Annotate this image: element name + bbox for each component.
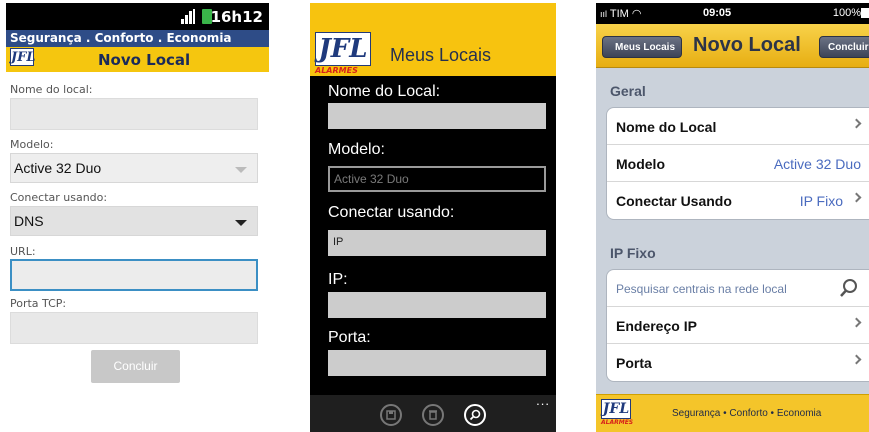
chevron-right-icon — [851, 118, 862, 129]
app-bar: ... — [310, 393, 556, 432]
chevron-right-icon — [851, 317, 862, 328]
battery-icon — [861, 8, 869, 18]
wp-header: JFL ALARMES Meus Locais — [310, 3, 556, 76]
modelo-value: Active 32 Duo — [773, 156, 861, 172]
jfl-logo: JFL ALARMES — [315, 32, 371, 75]
conectar-select[interactable]: DNS — [10, 206, 258, 236]
jfl-logo: JFL ALARMES — [601, 399, 634, 426]
save-icon[interactable] — [380, 404, 402, 426]
chevron-down-icon — [235, 220, 247, 226]
row-modelo[interactable]: Modelo Active 32 Duo — [607, 145, 869, 182]
wifi-icon: ◠ — [631, 8, 642, 20]
chevron-down-icon — [235, 167, 247, 173]
chevron-right-icon — [851, 354, 862, 365]
nome-input[interactable] — [10, 98, 258, 130]
windows-phone-screen: JFL ALARMES Meus Locais Nome do Local: M… — [310, 3, 556, 432]
conectar-value: IP Fixo — [799, 193, 843, 209]
jfl-logo: JFL — [10, 48, 36, 66]
conectar-label: Conectar usando: — [10, 191, 108, 204]
nav-bar: Meus Locais Novo Local Concluir — [596, 24, 869, 68]
android-status-bar: 16h12 — [6, 3, 269, 30]
more-icon[interactable]: ... — [536, 393, 550, 408]
delete-icon[interactable] — [422, 404, 444, 426]
row-porta[interactable]: Porta — [607, 344, 869, 381]
search-row[interactable]: Pesquisar centrais na rede local — [607, 270, 869, 307]
slogan-bar: Segurança . Conforto . Economia — [6, 30, 269, 47]
concluir-button[interactable]: Concluir — [91, 350, 180, 383]
page-title: Meus Locais — [390, 45, 492, 65]
conectar-select[interactable]: IP — [328, 230, 546, 256]
back-button[interactable]: Meus Locais — [602, 36, 683, 58]
concluir-button[interactable]: Concluir — [819, 36, 869, 58]
ios-screen: ııl TIM ◠ 09:05 100% Meus Locais Novo Lo… — [596, 3, 869, 432]
porta-label: Porta TCP: — [10, 297, 67, 310]
signal-icon: ııl — [600, 9, 608, 19]
carrier-label: ııl TIM ◠ — [600, 8, 642, 20]
footer-slogan: Segurança • Conforto • Economia — [672, 408, 822, 419]
section-geral: Geral — [610, 83, 646, 99]
ip-group: Pesquisar centrais na rede local Endereç… — [606, 269, 869, 382]
row-nome-local[interactable]: Nome do Local — [607, 108, 869, 145]
footer-bar: JFL ALARMES Segurança • Conforto • Econo… — [596, 394, 869, 432]
row-endereco-ip[interactable]: Endereço IP — [607, 307, 869, 344]
page-title: Novo Local — [693, 34, 801, 56]
search-icon[interactable] — [839, 278, 859, 298]
modelo-select[interactable]: Active 32 Duo — [10, 153, 258, 183]
page-title: Novo Local — [98, 51, 191, 69]
status-time: 16h12 — [210, 8, 263, 26]
android-screen: 16h12 Segurança . Conforto . Economia JF… — [6, 3, 269, 403]
nome-label: Nome do local: — [10, 83, 93, 96]
title-bar: JFL Novo Local — [6, 47, 269, 72]
row-conectar-usando[interactable]: Conectar Usando IP Fixo — [607, 182, 869, 219]
modelo-label: Modelo: — [10, 138, 54, 151]
ip-input[interactable] — [328, 292, 546, 318]
chevron-right-icon — [851, 192, 862, 203]
geral-group: Nome do Local Modelo Active 32 Duo Conec… — [606, 107, 869, 220]
modelo-value: Active 32 Duo — [14, 160, 102, 176]
search-icon[interactable] — [464, 404, 486, 426]
signal-icon — [181, 9, 195, 24]
status-time: 09:05 — [703, 7, 732, 19]
modelo-label: Modelo: — [328, 141, 385, 158]
url-input[interactable] — [10, 259, 258, 291]
porta-label: Porta: — [328, 329, 371, 346]
ip-label: IP: — [328, 271, 348, 288]
battery-label: 100% — [832, 7, 861, 19]
nome-input[interactable] — [328, 103, 546, 129]
search-placeholder: Pesquisar centrais na rede local — [616, 282, 787, 296]
porta-input[interactable] — [328, 350, 546, 376]
conectar-value: DNS — [14, 213, 44, 229]
modelo-input[interactable]: Active 32 Duo — [328, 166, 546, 192]
ios-status-bar: ııl TIM ◠ 09:05 100% — [596, 3, 869, 24]
porta-input[interactable] — [10, 312, 258, 344]
url-label: URL: — [10, 245, 36, 258]
nome-label: Nome do Local: — [328, 83, 441, 100]
section-ip-fixo: IP Fixo — [610, 245, 656, 261]
conectar-label: Conectar usando: — [328, 204, 455, 221]
